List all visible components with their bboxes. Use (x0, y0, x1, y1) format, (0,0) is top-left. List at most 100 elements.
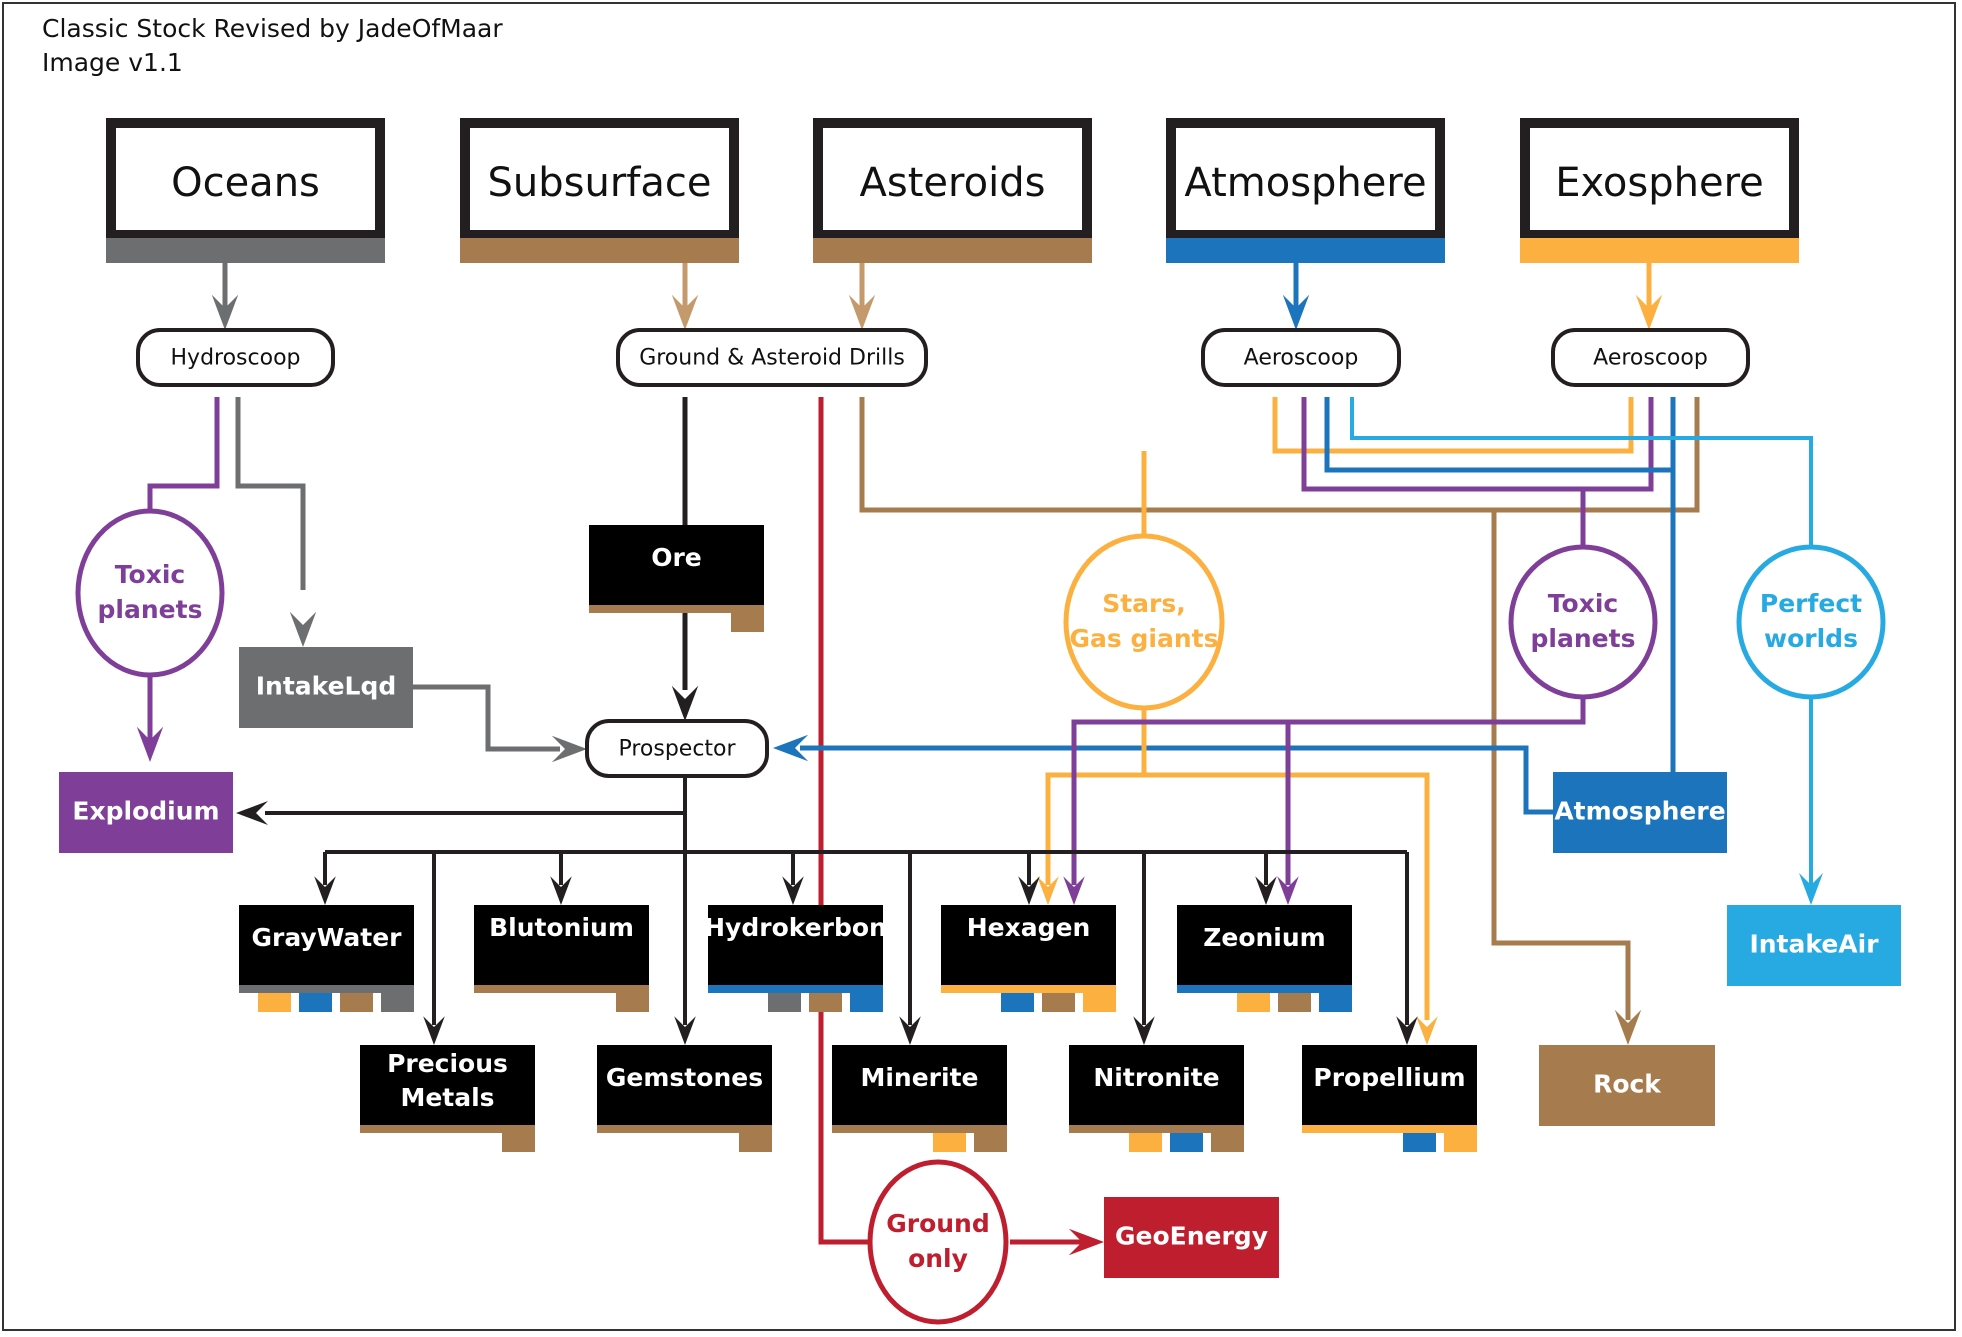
material-label: Ore (651, 543, 702, 572)
source-label: Subsurface (488, 160, 712, 206)
material-chip-blue (1001, 993, 1034, 1012)
flow-line-blue (1324, 397, 1673, 473)
material-chip-brown (809, 993, 842, 1012)
condition-circle (1508, 544, 1658, 700)
material-color-bar (1069, 1125, 1244, 1133)
material-chip-brown (1211, 1133, 1244, 1152)
source-color-bar (106, 238, 385, 263)
source-color-bar (1520, 238, 1799, 263)
material-label: Precious (387, 1049, 508, 1078)
material-chip-brown (1042, 993, 1075, 1012)
material-label: Hydrokerbon (704, 913, 887, 942)
material-chip-brown (1278, 993, 1311, 1012)
material-chip-orange (258, 993, 291, 1012)
condition-circle (1063, 533, 1225, 711)
material-color-bar (589, 605, 764, 613)
condition-label: Perfect (1760, 589, 1862, 618)
resource-explodium: Explodium (59, 772, 233, 853)
arrow-prospector-explodium (236, 801, 268, 825)
harvester-label: Ground & Asteroid Drills (639, 346, 905, 371)
resource-intakelqd: IntakeLqd (239, 647, 413, 728)
source-label: Asteroids (860, 160, 1046, 206)
material-chip-blue (1319, 993, 1352, 1012)
resource-label: GeoEnergy (1115, 1222, 1268, 1251)
source-box-atmosphere: Atmosphere (1166, 118, 1445, 263)
material-color-bar (941, 985, 1116, 993)
resource-intakeair: IntakeAir (1727, 905, 1901, 986)
material-label: Hexagen (967, 913, 1091, 942)
source-box-subsurface: Subsurface (460, 118, 739, 263)
harvester-label: Aeroscoop (1244, 346, 1359, 371)
resource-label: IntakeLqd (256, 672, 397, 701)
condition-label: planets (98, 595, 203, 624)
material-color-bar (239, 985, 414, 993)
material-color-bar (1177, 985, 1352, 993)
condition-toxic_left: Toxic planets (75, 508, 225, 678)
material-ore: Ore (589, 525, 764, 632)
material-color-bar (360, 1125, 535, 1133)
flow-line-purple (1071, 697, 1586, 885)
material-label: Metals (400, 1083, 494, 1112)
flow-line-purple (1301, 397, 1654, 492)
material-chip-orange (1237, 993, 1270, 1012)
condition-label: planets (1531, 624, 1636, 653)
condition-label: Stars, (1102, 589, 1186, 618)
material-label: Gemstones (606, 1063, 763, 1092)
material-nitronite: Nitronite (1069, 1045, 1244, 1152)
material-propellium: Propellium (1302, 1045, 1477, 1152)
harvester-label: Hydroscoop (171, 346, 301, 371)
condition-circle (1736, 544, 1886, 700)
material-label: Propellium (1313, 1063, 1465, 1092)
material-color-bar (597, 1125, 772, 1133)
harvester-aeroscoop2: Aeroscoop (1551, 328, 1750, 387)
material-chip-gray (768, 993, 801, 1012)
condition-stars: Stars, Gas giants (1063, 533, 1225, 711)
flow-line-gray (235, 397, 306, 590)
material-label: Minerite (860, 1063, 978, 1092)
resource-flow-diagram: Oceans Subsurface Asteroids Atmosphere Exosp… (59, 118, 1901, 1325)
resource-geoenergy: GeoEnergy (1104, 1197, 1279, 1278)
material-label: Blutonium (489, 913, 634, 942)
material-chip-brown (616, 993, 649, 1012)
material-hydrokerbon: Hydrokerbon (704, 905, 887, 1012)
condition-ground_only: Ground only (867, 1159, 1009, 1325)
source-label: Oceans (171, 160, 320, 206)
harvester-label: Aeroscoop (1593, 346, 1708, 371)
condition-label: worlds (1764, 624, 1858, 653)
material-chip-orange (933, 1133, 966, 1152)
material-chip-brown (340, 993, 373, 1012)
material-precious: Precious Metals (360, 1045, 535, 1152)
material-graywater: GrayWater (239, 905, 414, 1012)
material-label: GrayWater (251, 923, 402, 952)
resource-label: Rock (1593, 1070, 1662, 1099)
condition-toxic_right: Toxic planets (1508, 544, 1658, 700)
material-chip-gray (381, 993, 414, 1012)
source-label: Exosphere (1555, 160, 1764, 206)
flow-line-blue (800, 745, 1553, 815)
arrow-stars-propellium (1416, 1016, 1438, 1045)
flow-line-purple (147, 397, 220, 512)
condition-circle (75, 508, 225, 678)
condition-circle (867, 1159, 1009, 1325)
condition-label: only (908, 1244, 968, 1273)
arrow-ore-prospector (671, 685, 699, 721)
resource-label: Atmosphere (1554, 797, 1725, 826)
source-color-bar (813, 238, 1092, 263)
material-color-bar (1302, 1125, 1477, 1133)
material-chip-brown (974, 1133, 1007, 1152)
source-box-oceans: Oceans (106, 118, 385, 263)
material-color-bar (708, 985, 883, 993)
material-minerite: Minerite (832, 1045, 1007, 1152)
resource-rock: Rock (1539, 1045, 1715, 1126)
source-box-asteroids: Asteroids (813, 118, 1092, 263)
resource-label: Explodium (72, 797, 219, 826)
arrow-hydroscoop-intakelqd (289, 611, 317, 647)
material-label: Nitronite (1093, 1063, 1219, 1092)
harvester-label: Prospector (618, 737, 736, 762)
condition-label: Gas giants (1070, 624, 1219, 653)
condition-label: Ground (886, 1209, 990, 1238)
material-chip-brown (502, 1133, 535, 1152)
material-hexagen: Hexagen (941, 905, 1116, 1012)
condition-perfect: Perfect worlds (1736, 544, 1886, 700)
harvester-prospector: Prospector (585, 719, 769, 778)
